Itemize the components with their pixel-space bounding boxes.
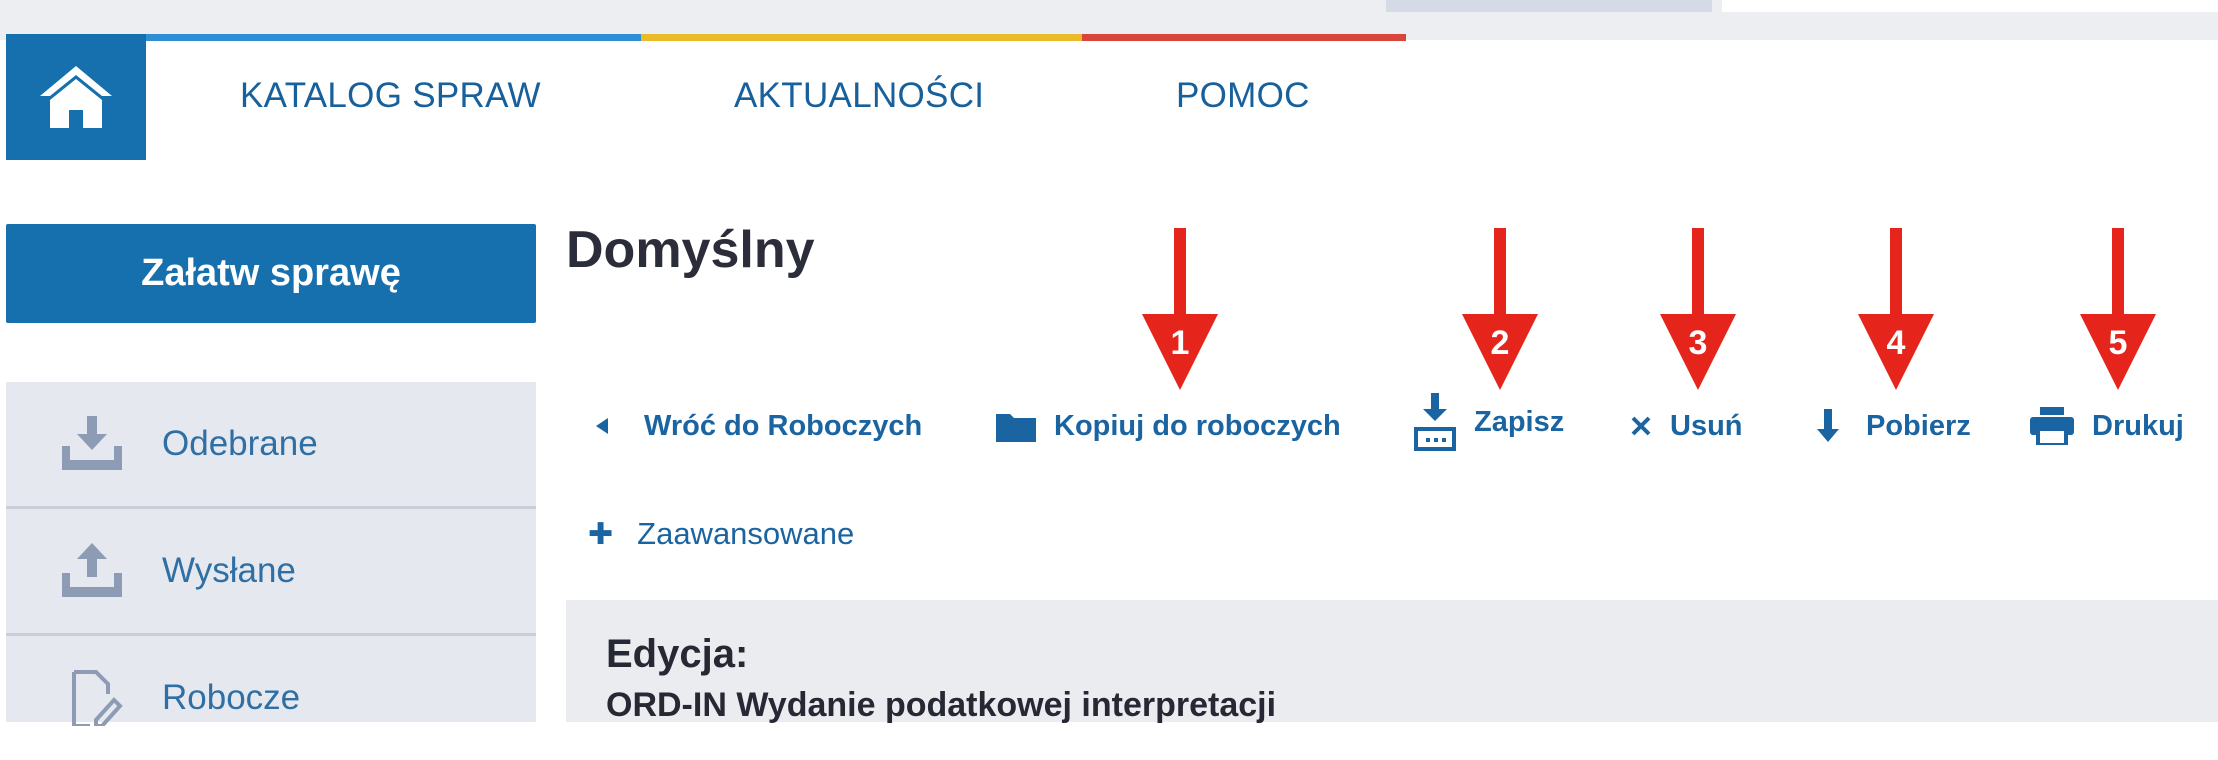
- red-arrow-icon: [2080, 228, 2156, 390]
- annotation-arrow-1: 1: [1140, 228, 1220, 392]
- print-label: Drukuj: [2092, 409, 2184, 442]
- annotation-number: 3: [1688, 324, 1708, 362]
- outbox-upload-icon: [62, 543, 122, 597]
- edition-value: ORD-IN Wydanie podatkowej interpretacji: [606, 686, 1277, 724]
- nav-pomoc[interactable]: POMOC: [1176, 76, 1310, 116]
- caret-left-icon: [596, 418, 608, 434]
- print-button[interactable]: Drukuj: [2030, 400, 2184, 452]
- arrow-down-icon: [1817, 409, 1839, 442]
- red-arrow-icon: [1660, 228, 1736, 390]
- handle-case-button[interactable]: Załatw sprawę: [6, 224, 536, 323]
- annotation-arrow-3: 3: [1658, 228, 1738, 392]
- top-tab-placeholder: [1386, 0, 1712, 12]
- nav-aktualnosci[interactable]: AKTUALNOŚCI: [734, 76, 984, 116]
- sidebar-item-odebrane[interactable]: Odebrane: [6, 382, 536, 509]
- save-label: Zapisz: [1474, 405, 1565, 438]
- home-button[interactable]: [6, 34, 146, 160]
- annotation-arrow-2: 2: [1460, 228, 1540, 392]
- annotation-number: 4: [1886, 324, 1906, 362]
- edition-panel: Edycja: ORD-IN Wydanie podatkowej interp…: [566, 600, 2218, 724]
- red-arrow-icon: [1462, 228, 1538, 390]
- annotation-number: 5: [2108, 324, 2128, 362]
- home-icon: [40, 66, 112, 128]
- advanced-toggle[interactable]: ✚ Zaawansowane: [588, 516, 854, 552]
- copy-to-drafts-button[interactable]: Kopiuj do roboczych: [996, 400, 1341, 452]
- annotation-arrow-5: 5: [2078, 228, 2158, 392]
- copy-to-drafts-label: Kopiuj do roboczych: [1054, 409, 1341, 442]
- annotation-arrow-4: 4: [1856, 228, 1936, 392]
- sidebar-item-label: Odebrane: [162, 424, 318, 463]
- sidebar-item-label: Robocze: [162, 678, 301, 717]
- plus-icon: ✚: [588, 517, 614, 551]
- sidebar-item-robocze[interactable]: Robocze: [6, 636, 536, 760]
- accent-bar-yellow: [641, 34, 1082, 41]
- save-download-icon: [1414, 393, 1456, 451]
- top-field-placeholder: [1722, 0, 2218, 12]
- document-edit-icon: [72, 670, 123, 726]
- sidebar-item-label: Wysłane: [162, 551, 296, 590]
- annotation-number: 2: [1490, 324, 1510, 362]
- annotation-number: 1: [1170, 324, 1190, 362]
- back-to-drafts-label: Wróć do Roboczych: [644, 409, 923, 442]
- delete-button[interactable]: Usuń: [1630, 400, 1743, 452]
- download-button[interactable]: Pobierz: [1816, 400, 1971, 452]
- inbox-download-icon: [62, 416, 122, 470]
- accent-bar-red: [1082, 34, 1406, 41]
- close-icon: [1631, 416, 1651, 436]
- folder-icon: [996, 414, 1036, 442]
- delete-label: Usuń: [1670, 409, 1743, 442]
- sidebar: Odebrane Wysłane Robocze: [6, 382, 536, 726]
- red-arrow-icon: [1858, 228, 1934, 390]
- download-label: Pobierz: [1866, 409, 1971, 442]
- nav-katalog-spraw[interactable]: KATALOG SPRAW: [240, 76, 541, 116]
- save-button[interactable]: Zapisz: [1414, 393, 1565, 451]
- page-title: Domyślny: [566, 221, 815, 279]
- advanced-label: Zaawansowane: [637, 516, 855, 551]
- accent-bar-blue: [146, 34, 641, 41]
- printer-icon: [2030, 407, 2074, 445]
- red-arrow-icon: [1142, 228, 1218, 390]
- sidebar-item-wyslane[interactable]: Wysłane: [6, 509, 536, 636]
- edition-label: Edycja:: [606, 632, 749, 676]
- back-to-drafts-button[interactable]: Wróć do Roboczych: [594, 400, 922, 452]
